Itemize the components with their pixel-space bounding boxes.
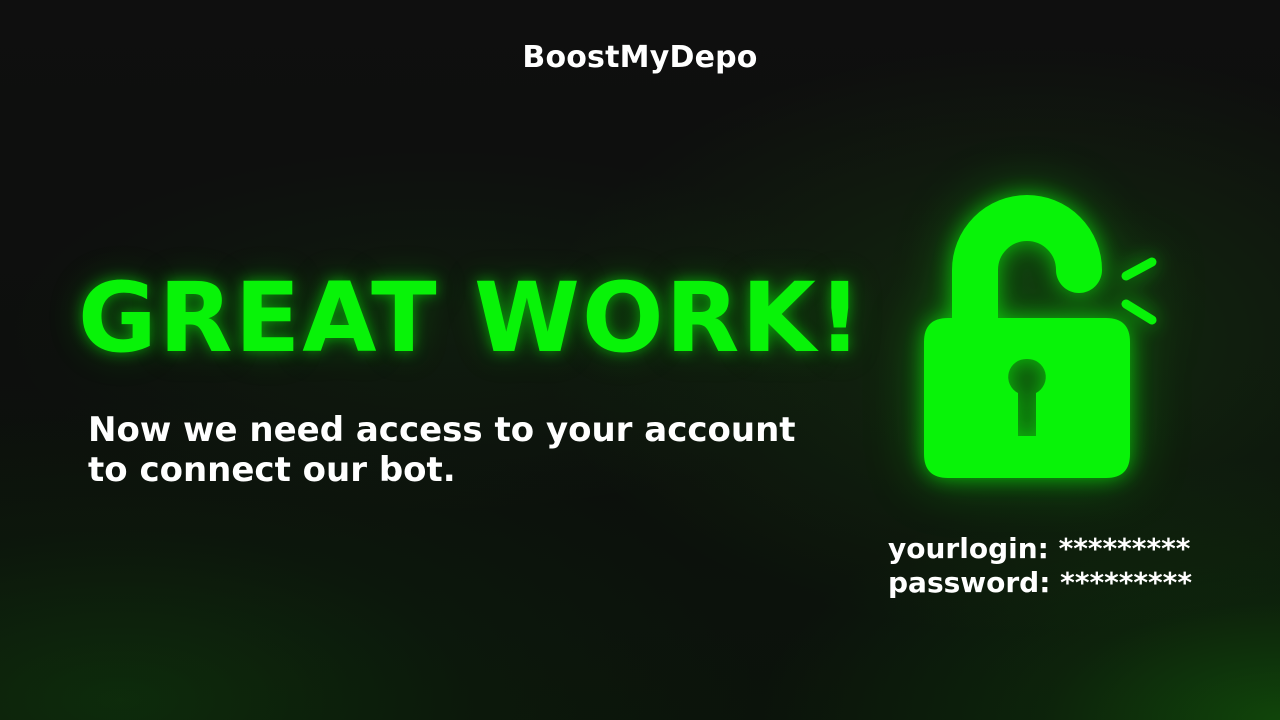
headline: GREAT WORK! [78,262,864,374]
password-row: password: ********* [888,566,1192,600]
login-label: yourlogin: [888,532,1049,565]
credentials-block: yourlogin: ********* password: ********* [888,532,1192,600]
brand-title: BoostMyDepo [522,40,758,75]
password-label: password: [888,566,1051,599]
subtext-line-2: to connect our bot. [88,450,456,490]
login-value: ********* [1058,532,1191,565]
login-row: yourlogin: ********* [888,532,1192,566]
password-value: ********* [1060,566,1192,599]
subtext: Now we need access to your account to co… [88,410,808,490]
unlocked-padlock-icon [900,180,1180,500]
subtext-line-1: Now we need access to your account [88,410,796,450]
